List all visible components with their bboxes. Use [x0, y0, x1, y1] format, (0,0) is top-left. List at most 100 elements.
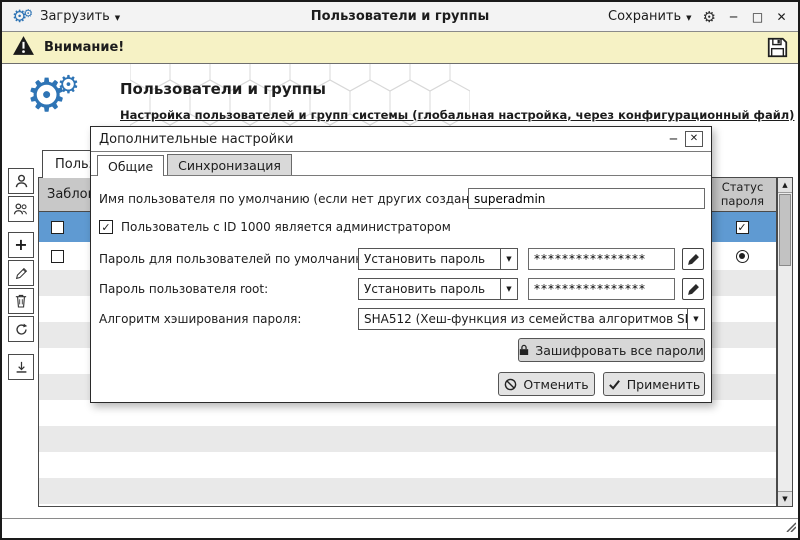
- empty-table-row: [39, 426, 776, 452]
- default-password-input[interactable]: [528, 248, 675, 270]
- warning-icon: [12, 35, 35, 60]
- row-locked-checkbox[interactable]: [51, 221, 64, 234]
- warning-bar: Внимание!: [2, 32, 798, 64]
- chevron-down-icon: ▼: [686, 14, 691, 22]
- refresh-button[interactable]: [8, 316, 34, 342]
- admin-id1000-label: Пользователь с ID 1000 является админист…: [121, 220, 451, 234]
- add-button[interactable]: +: [8, 232, 34, 258]
- scroll-down-button[interactable]: ▼: [778, 491, 792, 506]
- dialog-controls: ─ ✕: [670, 131, 703, 147]
- dialog-tab-general[interactable]: Общие: [97, 155, 164, 176]
- select-value: SHA512 (Хеш-функция из семейства алгорит…: [359, 309, 687, 329]
- dialog-tabs: Общие Синхронизация: [91, 152, 711, 176]
- close-button[interactable]: ✕: [775, 11, 788, 23]
- lock-icon: [519, 344, 529, 356]
- scroll-down-icon: ▼: [782, 495, 787, 503]
- root-password-label: Пароль пользователя root:: [99, 282, 268, 296]
- dialog-titlebar[interactable]: Дополнительные настройки ─ ✕: [91, 127, 711, 152]
- download-icon: [15, 361, 28, 374]
- page-subtitle: Настройка пользователей и групп системы …: [120, 108, 794, 122]
- edit-root-password-button[interactable]: [682, 278, 704, 300]
- load-menu-label: Загрузить: [40, 9, 110, 24]
- empty-table-row: [39, 478, 776, 504]
- minimize-button[interactable]: ─: [727, 11, 740, 23]
- select-value: Установить пароль: [359, 279, 500, 299]
- group-icon: [13, 202, 29, 216]
- root-password-input[interactable]: [528, 278, 675, 300]
- encrypt-all-passwords-button[interactable]: Зашифровать все пароли: [518, 338, 705, 362]
- warning-text: Внимание!: [44, 40, 124, 55]
- app-logo-large-icon: ⚙⚙: [26, 72, 80, 118]
- default-password-label: Пароль для пользователей по умолчанию:: [99, 252, 369, 266]
- advanced-settings-dialog: Дополнительные настройки ─ ✕ Общие Синхр…: [90, 126, 712, 403]
- cancel-icon: [504, 378, 517, 391]
- status-bar: [2, 518, 798, 538]
- content-area: ⚙⚙ Пользователи и группы Настройка польз…: [2, 64, 798, 518]
- encrypt-all-passwords-label: Зашифровать все пароли: [535, 343, 704, 358]
- default-username-input[interactable]: [468, 188, 705, 209]
- dialog-minimize-button[interactable]: ─: [670, 133, 677, 145]
- dropdown-arrow-icon: ▼: [500, 249, 517, 269]
- maximize-button[interactable]: □: [751, 11, 764, 23]
- password-status-cell: [708, 242, 776, 270]
- row-locked-checkbox[interactable]: [51, 250, 64, 263]
- edit-button[interactable]: [8, 260, 34, 286]
- page-title: Пользователи и группы: [120, 80, 326, 98]
- pencil-icon: [15, 267, 28, 280]
- default-username-label: Имя пользователя по умолчанию (если нет …: [99, 192, 502, 206]
- groups-view-button[interactable]: [8, 196, 34, 222]
- dropdown-arrow-icon: ▼: [500, 279, 517, 299]
- root-password-mode-select[interactable]: Установить пароль ▼: [358, 278, 518, 300]
- users-view-button[interactable]: [8, 168, 34, 194]
- admin-id1000-checkbox[interactable]: ✓: [99, 220, 113, 234]
- apply-label: Применить: [627, 377, 701, 392]
- settings-gear-button[interactable]: ⚙: [703, 8, 716, 26]
- empty-table-row: [39, 452, 776, 478]
- hash-algorithm-select[interactable]: SHA512 (Хеш-функция из семейства алгорит…: [358, 308, 705, 330]
- titlebar-left-group: ⚙⚙ Загрузить ▼: [12, 7, 120, 27]
- password-status-radio[interactable]: [736, 250, 749, 263]
- scrollbar-thumb[interactable]: [779, 194, 791, 266]
- app-window: ⚙⚙ Загрузить ▼ Пользователи и группы Сох…: [0, 0, 800, 540]
- dropdown-arrow-icon: ▼: [687, 309, 704, 329]
- delete-button[interactable]: [8, 288, 34, 314]
- pencil-icon: [687, 283, 700, 296]
- vertical-scrollbar[interactable]: ▲ ▼: [777, 177, 793, 507]
- hash-algorithm-label: Алгоритм хэширования пароля:: [99, 312, 301, 326]
- check-icon: [608, 378, 621, 391]
- check-icon: ✓: [101, 222, 110, 233]
- pencil-icon: [687, 253, 700, 266]
- plus-icon: +: [14, 237, 27, 253]
- user-icon: [14, 174, 29, 189]
- scroll-up-icon: ▲: [782, 181, 787, 189]
- password-status-checkbox[interactable]: ✓: [736, 221, 749, 234]
- scroll-up-button[interactable]: ▲: [778, 178, 792, 193]
- empty-table-row: [39, 400, 776, 426]
- trash-icon: [15, 294, 27, 308]
- apply-button[interactable]: Применить: [603, 372, 705, 396]
- app-logo-icon: ⚙⚙: [12, 7, 33, 27]
- save-file-button[interactable]: [767, 37, 788, 58]
- default-password-mode-select[interactable]: Установить пароль ▼: [358, 248, 518, 270]
- cancel-button[interactable]: Отменить: [498, 372, 595, 396]
- select-value: Установить пароль: [359, 249, 500, 269]
- import-button[interactable]: [8, 354, 34, 380]
- column-header-password-status: Статус пароля: [708, 178, 776, 211]
- edit-default-password-button[interactable]: [682, 248, 704, 270]
- chevron-down-icon: ▼: [115, 14, 120, 22]
- hex-pattern-decoration: [130, 64, 470, 134]
- titlebar: ⚙⚙ Загрузить ▼ Пользователи и группы Сох…: [2, 2, 798, 32]
- check-icon: ✓: [737, 222, 746, 233]
- titlebar-right-group: Сохранить ▼ ⚙ ─ □ ✕: [608, 8, 788, 26]
- cancel-label: Отменить: [523, 377, 588, 392]
- load-menu-button[interactable]: Загрузить ▼: [40, 9, 120, 24]
- dialog-tab-sync[interactable]: Синхронизация: [167, 154, 292, 175]
- dialog-title: Дополнительные настройки: [99, 132, 293, 147]
- refresh-icon: [15, 323, 28, 336]
- dialog-close-button[interactable]: ✕: [685, 131, 703, 147]
- password-status-cell: ✓: [708, 212, 776, 242]
- save-menu-button[interactable]: Сохранить ▼: [608, 9, 692, 24]
- resize-grip[interactable]: [784, 517, 796, 536]
- floppy-icon: [767, 37, 788, 58]
- save-menu-label: Сохранить: [608, 9, 681, 24]
